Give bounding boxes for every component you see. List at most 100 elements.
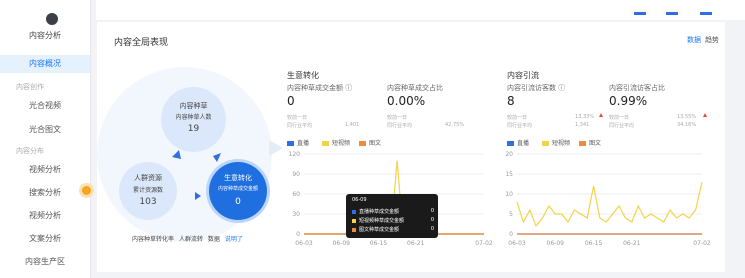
y-tick-label: 60	[292, 191, 300, 198]
chevron-right-icon	[269, 140, 283, 156]
legend-swatch	[542, 141, 549, 146]
footer-data-label: 数据	[207, 236, 220, 243]
y-tick-label: 120	[289, 151, 301, 158]
right-metric1-value: 8	[507, 94, 515, 108]
tooltip-date: 06-09	[352, 197, 367, 203]
y-tick-label: 15	[505, 171, 513, 178]
sidebar-item-overview[interactable]: 内容概况	[0, 55, 90, 73]
x-tick-label: 06-03	[295, 240, 313, 247]
y-tick-label: 0	[509, 231, 513, 238]
tooltip-row-live: 直播种草成交金额 0	[352, 208, 434, 215]
left-metric2-label: 内容种草成交占比	[387, 84, 443, 92]
right-sub1a: 较前一日	[507, 115, 528, 121]
x-tick-label: 06-03	[508, 240, 526, 247]
legend-label: 直播	[517, 140, 530, 147]
right-sub2c: 13.55%	[677, 114, 697, 120]
left-section-title: 生意转化	[287, 71, 319, 80]
legend-swatch	[322, 141, 329, 146]
sidebar-item-search-analysis[interactable]: 搜索分析	[0, 187, 90, 198]
legend-swatch	[507, 141, 514, 146]
top-bar	[96, 0, 745, 20]
y-tick-label: 0	[296, 231, 300, 238]
right-sub1b: 同行业平均	[507, 123, 533, 129]
right-metric1-label: 内容引流访客数 ⓘ	[507, 84, 566, 92]
footer-help-link[interactable]: 说明了	[225, 236, 243, 243]
app-logo-icon	[46, 13, 58, 25]
left-legend-live[interactable]: 直播	[287, 138, 309, 147]
tooltip-value: 0	[430, 226, 434, 232]
legend-label: 短视频	[552, 140, 571, 147]
right-legend-video[interactable]: 短视频	[542, 138, 570, 147]
legend-label: 图文	[369, 140, 382, 147]
left-metric1-value: 0	[287, 94, 295, 108]
x-tick-label: 06-09	[547, 240, 565, 247]
tooltip-value: 0	[430, 217, 434, 223]
sidebar-item-production[interactable]: 内容生产区	[0, 256, 90, 267]
left-metric1-label: 内容种草成交金额 ⓘ	[287, 84, 353, 92]
arrow-right-icon	[213, 153, 221, 162]
sidebar: 内容分析 内容概况 内容创作 光合视频 光合图文 内容分布 视频分析 搜索分析 …	[0, 0, 91, 278]
sidebar-group-creation: 内容创作	[16, 83, 44, 91]
right-sub2d: 34.16%	[677, 122, 697, 128]
right-section-title: 内容引流	[507, 71, 539, 80]
left-legend-video[interactable]: 短视频	[322, 138, 350, 147]
x-tick-label: 06-21	[407, 240, 425, 247]
sidebar-item-video-analysis-2[interactable]: 视频分析	[0, 210, 90, 221]
funnel-arrows	[172, 140, 283, 200]
x-tick-label: 07-02	[693, 240, 710, 247]
legend-label: 图文	[589, 140, 602, 147]
app-title: 内容分析	[29, 31, 61, 40]
x-tick-label: 07-02	[475, 240, 492, 247]
tooltip-label: 图文种草成交金额	[359, 227, 400, 233]
x-tick-label: 06-15	[370, 240, 388, 247]
tooltip-row-video: 短视频种草成交金额 0	[352, 217, 434, 224]
y-tick-label: 30	[292, 211, 300, 218]
footer-flow-label: 人群流转	[178, 236, 203, 243]
tooltip-swatch	[352, 209, 356, 214]
y-tick-label: 90	[292, 171, 300, 178]
right-metric2-label: 内容引流访客占比	[609, 84, 665, 92]
sidebar-group-distribution: 内容分布	[16, 147, 44, 155]
left-sub2a: 较前一日	[387, 115, 408, 121]
top-tab-indicator	[634, 12, 646, 15]
arrow-bottom-icon	[195, 192, 201, 200]
toggle-trend[interactable]: 趋势	[705, 35, 719, 45]
top-tab-indicator-3	[700, 12, 712, 15]
arrow-left-icon	[172, 150, 181, 159]
sidebar-item-article[interactable]: 光合图文	[0, 124, 90, 135]
x-tick-label: 06-09	[333, 240, 351, 247]
legend-label: 短视频	[332, 140, 351, 147]
y-tick-label: 20	[505, 151, 513, 158]
trend-up-icon	[599, 113, 603, 117]
tooltip-swatch	[352, 227, 356, 232]
x-tick-label: 06-15	[585, 240, 603, 247]
y-tick-label: 10	[505, 191, 513, 198]
tooltip-label: 直播种草成交金额	[359, 209, 400, 215]
tooltip-swatch	[352, 218, 356, 223]
left-sub1a: 较前一日	[287, 115, 308, 121]
right-sub2a: 较前一日	[609, 115, 630, 121]
left-sub2b: 同行业平均	[387, 123, 413, 129]
left-sub1c: 1,401	[345, 122, 360, 128]
notification-dot-icon	[82, 186, 91, 195]
legend-swatch	[359, 141, 366, 146]
left-legend-article[interactable]: 图文	[359, 138, 381, 147]
sidebar-item-video-analysis[interactable]: 视频分析	[0, 164, 90, 175]
right-trend-chart: 20 15 10 5 0 06-03 06-09 06-15 06-21 07-02	[505, 151, 710, 247]
toggle-data[interactable]: 数据	[687, 35, 701, 45]
right-legend-live[interactable]: 直播	[507, 138, 529, 147]
trend-up-icon-2	[703, 113, 707, 117]
left-sub1b: 同行业平均	[287, 123, 313, 129]
footer-rate-label: 内容种草转化率	[132, 236, 175, 243]
legend-swatch	[579, 141, 586, 146]
sidebar-item-video[interactable]: 光合视频	[0, 100, 90, 111]
right-legend-article[interactable]: 图文	[579, 138, 601, 147]
funnel-footer: 内容种草转化率 人群流转 数据 说明了	[132, 234, 243, 243]
y-tick-label: 5	[509, 211, 513, 218]
right-sub1c: 13.33%	[575, 114, 595, 120]
legend-swatch	[287, 141, 294, 146]
left-sub2c: 42.75%	[445, 122, 465, 128]
sidebar-item-copy-analysis[interactable]: 文案分析	[0, 233, 90, 244]
tooltip-row-article: 图文种草成交金额 0	[352, 226, 434, 233]
legend-label: 直播	[297, 140, 310, 147]
